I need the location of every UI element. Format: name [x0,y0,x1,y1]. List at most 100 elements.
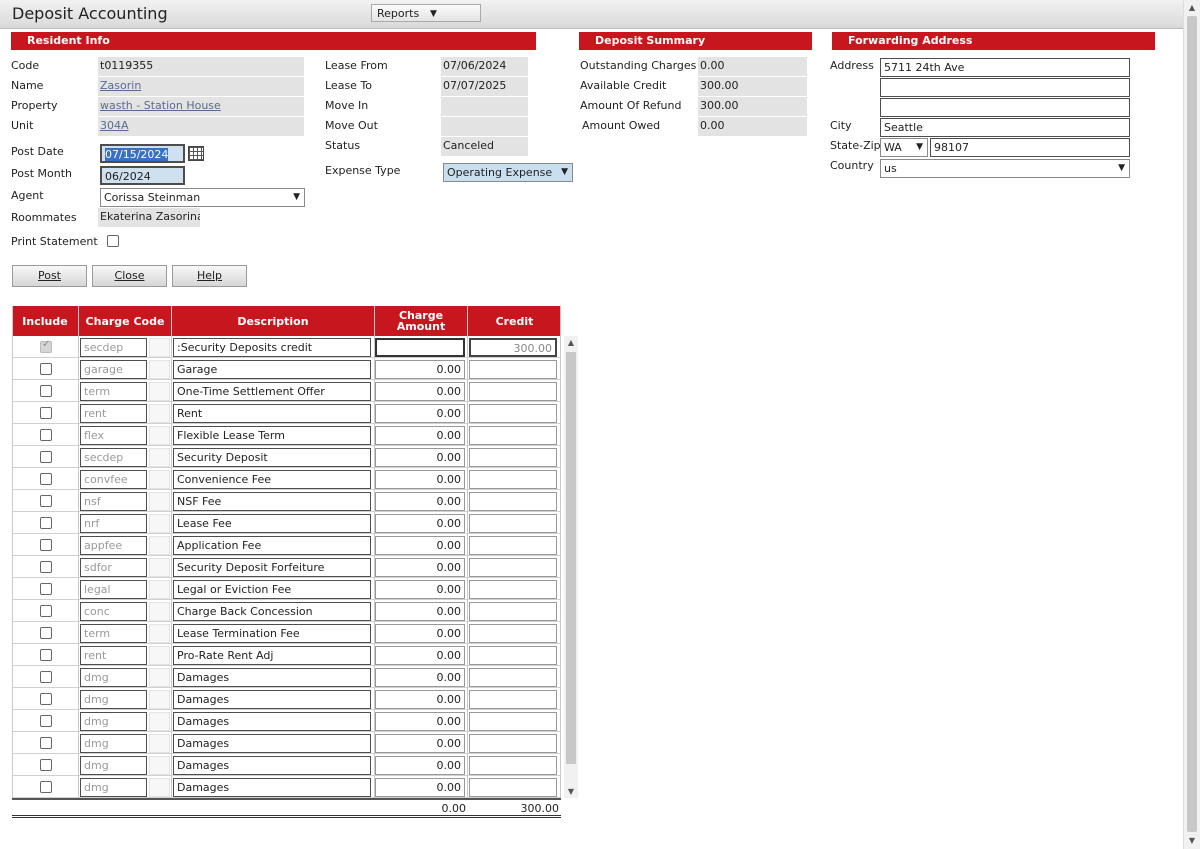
include-checkbox[interactable] [40,495,52,507]
include-checkbox[interactable] [40,737,52,749]
charge-amount-input[interactable]: 0.00 [375,492,465,511]
scroll-up-icon[interactable]: ▲ [564,338,578,347]
credit-input[interactable] [469,602,557,621]
charge-code-lookup-button[interactable] [149,536,170,555]
charge-code-lookup-button[interactable] [149,756,170,775]
charge-code-input[interactable]: flex [80,426,147,445]
description-input[interactable]: Flexible Lease Term [173,426,371,445]
charge-code-lookup-button[interactable] [149,426,170,445]
charge-code-input[interactable]: dmg [80,690,147,709]
charge-code-lookup-button[interactable] [149,492,170,511]
charge-code-lookup-button[interactable] [149,734,170,753]
agent-select[interactable]: Corissa Steinman ▼ [100,188,305,207]
include-checkbox[interactable] [40,693,52,705]
close-button[interactable]: Close [92,265,167,287]
credit-input[interactable] [469,382,557,401]
charge-code-input[interactable]: rent [80,404,147,423]
credit-input[interactable] [469,646,557,665]
country-select[interactable]: us ▼ [880,159,1130,178]
print-statement-checkbox[interactable] [107,235,119,247]
include-checkbox[interactable] [40,363,52,375]
include-checkbox[interactable] [40,539,52,551]
description-input[interactable]: Convenience Fee [173,470,371,489]
charge-code-input[interactable]: appfee [80,536,147,555]
charge-code-input[interactable]: dmg [80,668,147,687]
description-input[interactable]: Security Deposit [173,448,371,467]
charge-code-lookup-button[interactable] [149,778,170,797]
address-line1-input[interactable]: 5711 24th Ave [880,58,1130,77]
charge-amount-input[interactable] [375,338,465,357]
charge-amount-input[interactable]: 0.00 [375,756,465,775]
scroll-down-icon[interactable]: ▼ [1184,833,1200,849]
state-select[interactable]: WA ▼ [880,138,928,157]
description-input[interactable]: Lease Termination Fee [173,624,371,643]
credit-input[interactable] [469,536,557,555]
charge-amount-input[interactable]: 0.00 [375,734,465,753]
charge-amount-input[interactable]: 0.00 [375,580,465,599]
description-input[interactable]: :Security Deposits credit [173,338,371,357]
description-input[interactable]: Damages [173,690,371,709]
charge-code-lookup-button[interactable] [149,624,170,643]
reports-dropdown[interactable]: Reports ▼ [371,4,481,22]
description-input[interactable]: One-Time Settlement Offer [173,382,371,401]
charge-code-input[interactable]: conc [80,602,147,621]
include-checkbox[interactable] [40,627,52,639]
charge-code-lookup-button[interactable] [149,646,170,665]
charge-amount-input[interactable]: 0.00 [375,602,465,621]
include-checkbox[interactable] [40,517,52,529]
expense-type-select[interactable]: Operating Expense ▼ [443,163,573,182]
charge-amount-input[interactable]: 0.00 [375,646,465,665]
include-checkbox[interactable] [40,429,52,441]
charge-code-input[interactable]: dmg [80,712,147,731]
include-checkbox[interactable] [40,781,52,793]
charge-code-input[interactable]: sdfor [80,558,147,577]
credit-input[interactable]: 300.00 [469,338,557,357]
charge-code-input[interactable]: nsf [80,492,147,511]
description-input[interactable]: NSF Fee [173,492,371,511]
include-checkbox[interactable] [40,605,52,617]
charge-code-lookup-button[interactable] [149,470,170,489]
credit-input[interactable] [469,580,557,599]
help-button[interactable]: Help [172,265,247,287]
grid-scrollbar[interactable]: ▲ ▼ [564,336,578,798]
charge-code-lookup-button[interactable] [149,580,170,599]
charge-code-input[interactable]: dmg [80,734,147,753]
description-input[interactable]: Damages [173,712,371,731]
include-checkbox[interactable] [40,671,52,683]
scrollbar-thumb[interactable] [1187,16,1197,832]
charge-code-lookup-button[interactable] [149,514,170,533]
credit-input[interactable] [469,624,557,643]
credit-input[interactable] [469,778,557,797]
charge-code-lookup-button[interactable] [149,690,170,709]
charge-amount-input[interactable]: 0.00 [375,558,465,577]
charge-code-lookup-button[interactable] [149,338,170,357]
unit-link[interactable]: 304A [98,117,304,136]
description-input[interactable]: Lease Fee [173,514,371,533]
credit-input[interactable] [469,426,557,445]
charge-code-lookup-button[interactable] [149,668,170,687]
description-input[interactable]: Rent [173,404,371,423]
description-input[interactable]: Pro-Rate Rent Adj [173,646,371,665]
post-month-input[interactable]: 06/2024 [100,166,185,185]
credit-input[interactable] [469,470,557,489]
description-input[interactable]: Damages [173,756,371,775]
description-input[interactable]: Charge Back Concession [173,602,371,621]
charge-amount-input[interactable]: 0.00 [375,514,465,533]
charge-amount-input[interactable]: 0.00 [375,448,465,467]
credit-input[interactable] [469,668,557,687]
charge-amount-input[interactable]: 0.00 [375,712,465,731]
scroll-down-icon[interactable]: ▼ [564,787,578,796]
credit-input[interactable] [469,756,557,775]
charge-amount-input[interactable]: 0.00 [375,624,465,643]
charge-amount-input[interactable]: 0.00 [375,470,465,489]
city-input[interactable]: Seattle [880,118,1130,137]
include-checkbox[interactable] [40,407,52,419]
charge-code-input[interactable]: term [80,382,147,401]
charge-amount-input[interactable]: 0.00 [375,382,465,401]
description-input[interactable]: Damages [173,668,371,687]
zip-input[interactable]: 98107 [930,138,1130,157]
include-checkbox[interactable] [40,583,52,595]
scroll-up-icon[interactable]: ▲ [1184,0,1200,16]
post-date-input[interactable]: 07/15/2024 [100,144,185,163]
credit-input[interactable] [469,514,557,533]
